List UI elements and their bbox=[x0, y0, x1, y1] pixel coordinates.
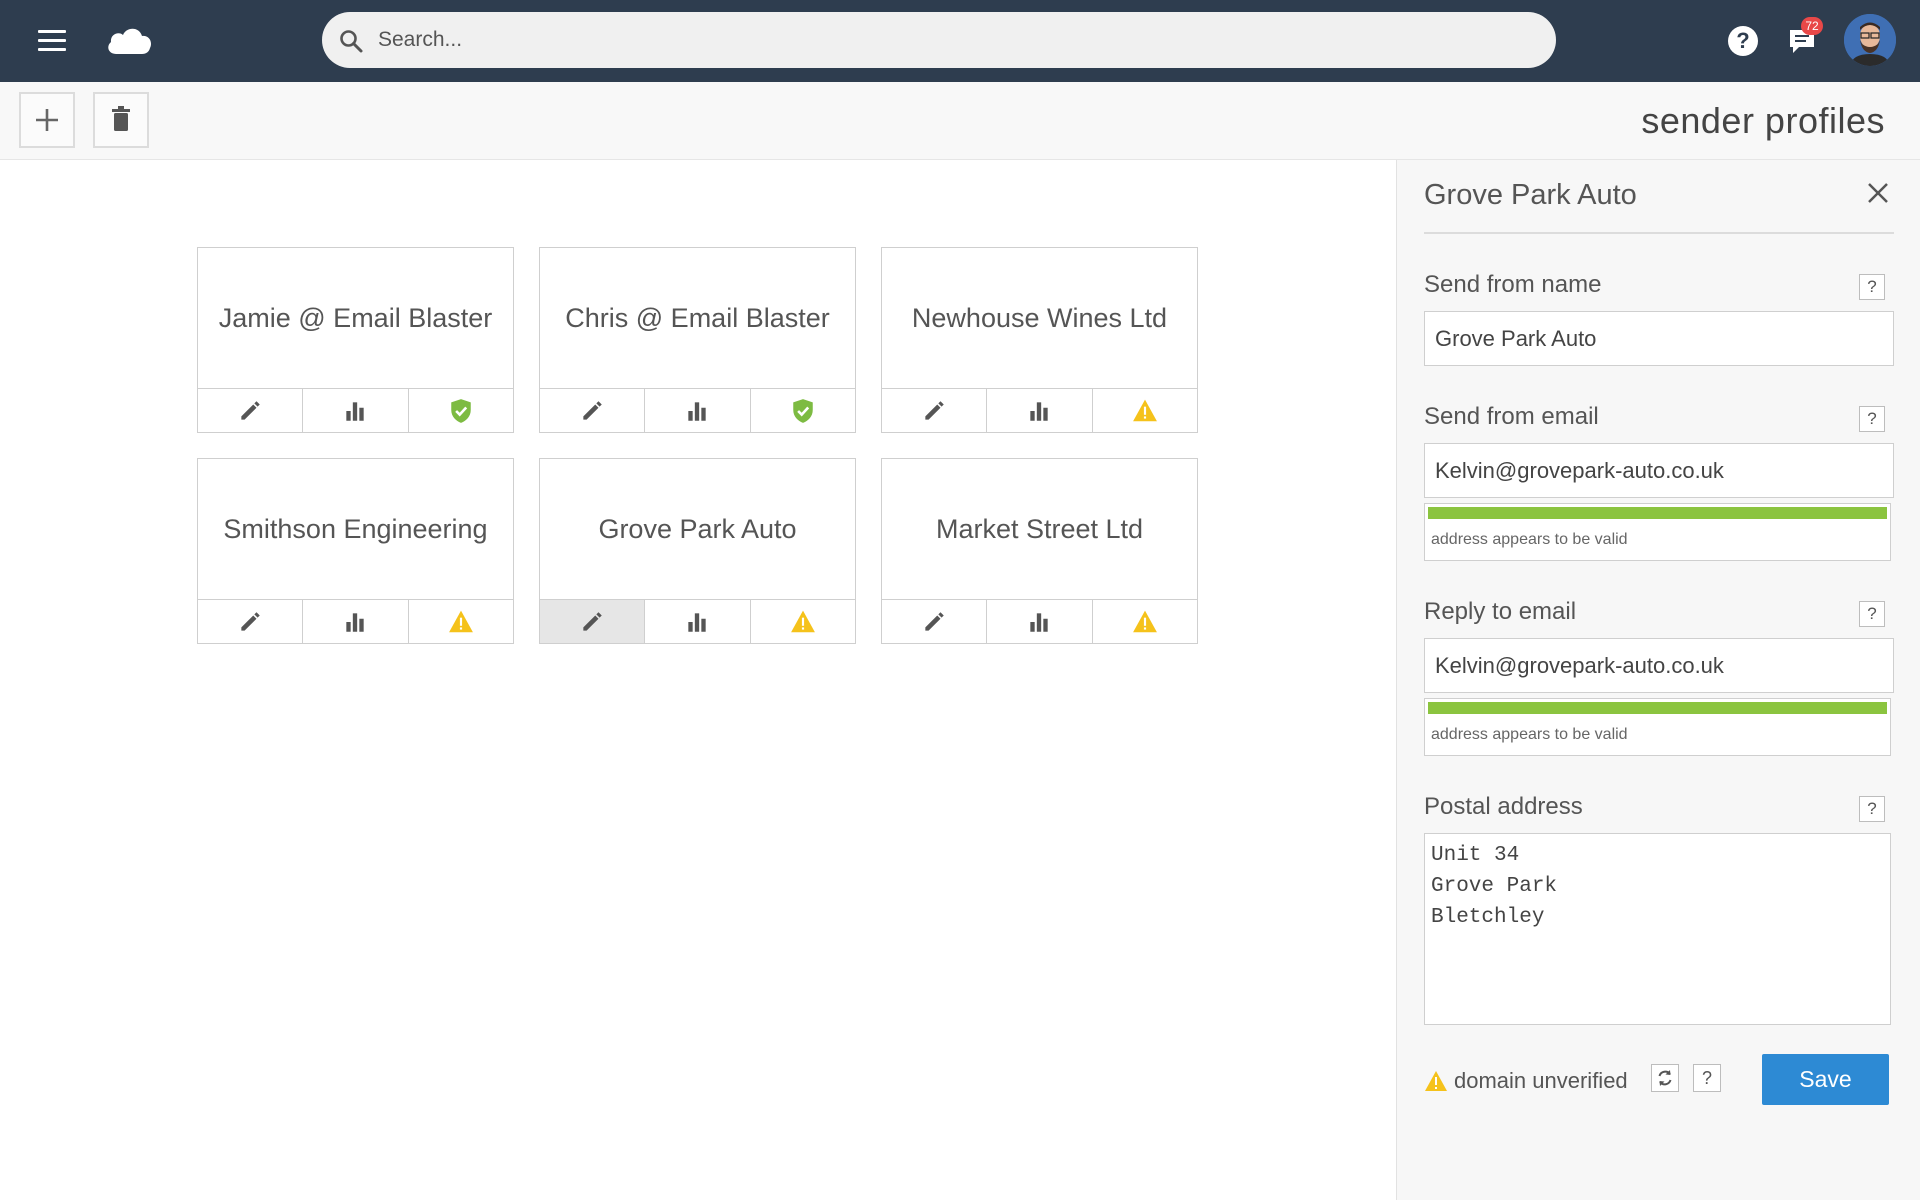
bar-chart-icon bbox=[688, 612, 707, 632]
profile-card: Chris @ Email Blaster bbox=[539, 247, 856, 433]
verification-status-button[interactable] bbox=[409, 600, 513, 643]
edit-profile-button[interactable] bbox=[540, 389, 646, 432]
send-from-name-label: Send from name bbox=[1424, 271, 1602, 298]
hamburger-menu-icon[interactable] bbox=[36, 26, 68, 56]
search-input[interactable] bbox=[378, 22, 1528, 58]
profile-card-actions bbox=[198, 599, 513, 643]
top-navigation-bar: ? 72 bbox=[0, 0, 1920, 82]
profile-card: Newhouse Wines Ltd bbox=[881, 247, 1198, 433]
verification-status-button[interactable] bbox=[751, 600, 855, 643]
postal-address-label: Postal address bbox=[1424, 793, 1583, 820]
profile-card-name[interactable]: Market Street Ltd bbox=[882, 459, 1197, 599]
view-stats-button[interactable] bbox=[987, 389, 1093, 432]
edit-profile-button[interactable] bbox=[540, 600, 646, 643]
profile-card: Market Street Ltd bbox=[881, 458, 1198, 644]
bar-chart-icon bbox=[688, 401, 707, 421]
view-stats-button[interactable] bbox=[987, 600, 1093, 643]
panel-divider bbox=[1424, 232, 1894, 234]
postal-address-textarea[interactable]: Unit 34 Grove Park Bletchley bbox=[1424, 833, 1891, 1025]
verification-status-button[interactable] bbox=[1093, 600, 1197, 643]
add-profile-button[interactable] bbox=[19, 92, 75, 148]
profile-card-name[interactable]: Grove Park Auto bbox=[540, 459, 855, 599]
pencil-icon bbox=[925, 611, 944, 631]
domain-help-button[interactable]: ? bbox=[1693, 1064, 1721, 1092]
send-from-email-help-button[interactable]: ? bbox=[1859, 406, 1885, 432]
validity-bar bbox=[1428, 702, 1887, 714]
search-icon bbox=[340, 30, 363, 53]
help-icon[interactable]: ? bbox=[1728, 26, 1758, 56]
edit-profile-button[interactable] bbox=[882, 600, 988, 643]
verification-status-button[interactable] bbox=[1093, 389, 1197, 432]
edit-profile-button[interactable] bbox=[882, 389, 988, 432]
warning-icon bbox=[1132, 610, 1157, 632]
panel-title: Grove Park Auto bbox=[1424, 179, 1637, 211]
profile-card: Grove Park Auto bbox=[539, 458, 856, 644]
notifications-badge: 72 bbox=[1801, 17, 1823, 35]
verification-status-button[interactable] bbox=[409, 389, 513, 432]
pencil-icon bbox=[925, 400, 944, 420]
edit-profile-button[interactable] bbox=[198, 389, 304, 432]
profile-card-name[interactable]: Smithson Engineering bbox=[198, 459, 513, 599]
save-button[interactable]: Save bbox=[1762, 1054, 1889, 1105]
verification-status-button[interactable] bbox=[751, 389, 855, 432]
page-title: sender profiles bbox=[1641, 100, 1885, 141]
profile-card-name[interactable]: Jamie @ Email Blaster bbox=[198, 248, 513, 388]
avatar-image bbox=[1844, 14, 1896, 66]
warning-icon bbox=[1132, 399, 1157, 421]
profile-card-actions bbox=[540, 599, 855, 643]
verified-shield-icon bbox=[451, 398, 471, 423]
profile-card-actions bbox=[882, 388, 1197, 432]
domain-status-text: domain unverified bbox=[1454, 1068, 1628, 1093]
close-icon[interactable] bbox=[1863, 178, 1893, 208]
pencil-icon bbox=[583, 400, 602, 420]
view-stats-button[interactable] bbox=[645, 389, 751, 432]
profile-card-actions bbox=[540, 388, 855, 432]
search-bar bbox=[322, 12, 1556, 68]
send-from-email-validity: address appears to be valid bbox=[1424, 503, 1891, 561]
warning-icon bbox=[790, 610, 815, 632]
send-from-name-input[interactable] bbox=[1424, 311, 1894, 366]
profile-card-actions bbox=[882, 599, 1197, 643]
cloud-icon[interactable] bbox=[104, 22, 154, 58]
send-from-name-help-button[interactable]: ? bbox=[1859, 274, 1885, 300]
profile-card: Smithson Engineering bbox=[197, 458, 514, 644]
bar-chart-icon bbox=[1030, 401, 1049, 421]
profile-card-name[interactable]: Newhouse Wines Ltd bbox=[882, 248, 1197, 388]
reply-to-email-label: Reply to email bbox=[1424, 598, 1577, 625]
toolbar: sender profiles bbox=[0, 82, 1920, 160]
view-stats-button[interactable] bbox=[303, 600, 409, 643]
postal-address-help-button[interactable]: ? bbox=[1859, 796, 1885, 822]
send-from-email-input[interactable] bbox=[1424, 443, 1894, 498]
bar-chart-icon bbox=[346, 612, 365, 632]
warning-icon bbox=[1425, 1071, 1447, 1091]
refresh-icon bbox=[1658, 1070, 1672, 1086]
bar-chart-icon bbox=[1030, 612, 1049, 632]
reply-to-email-input[interactable] bbox=[1424, 638, 1894, 693]
reply-to-email-help-button[interactable]: ? bbox=[1859, 601, 1885, 627]
delete-profile-button[interactable] bbox=[93, 92, 149, 148]
pencil-icon bbox=[241, 400, 260, 420]
warning-icon bbox=[448, 610, 473, 632]
profile-card-name[interactable]: Chris @ Email Blaster bbox=[540, 248, 855, 388]
pencil-icon bbox=[241, 611, 260, 631]
plus-icon bbox=[36, 109, 58, 131]
edit-profile-button[interactable] bbox=[198, 600, 304, 643]
validity-bar bbox=[1428, 507, 1887, 519]
view-stats-button[interactable] bbox=[645, 600, 751, 643]
refresh-domain-button[interactable] bbox=[1651, 1064, 1679, 1092]
profile-edit-panel: Grove Park Auto Send from name ? Send fr… bbox=[1396, 160, 1920, 1200]
trash-icon bbox=[112, 106, 130, 131]
profile-card: Jamie @ Email Blaster bbox=[197, 247, 514, 433]
profile-card-actions bbox=[198, 388, 513, 432]
validity-text: address appears to be valid bbox=[1431, 531, 1628, 548]
validity-text: address appears to be valid bbox=[1431, 726, 1628, 743]
view-stats-button[interactable] bbox=[303, 389, 409, 432]
reply-to-email-validity: address appears to be valid bbox=[1424, 698, 1891, 756]
pencil-icon bbox=[583, 611, 602, 631]
user-avatar[interactable] bbox=[1844, 14, 1896, 66]
domain-status: domain unverified bbox=[1424, 1066, 1628, 1096]
send-from-email-label: Send from email bbox=[1424, 403, 1599, 430]
bar-chart-icon bbox=[346, 401, 365, 421]
verified-shield-icon bbox=[793, 398, 813, 423]
